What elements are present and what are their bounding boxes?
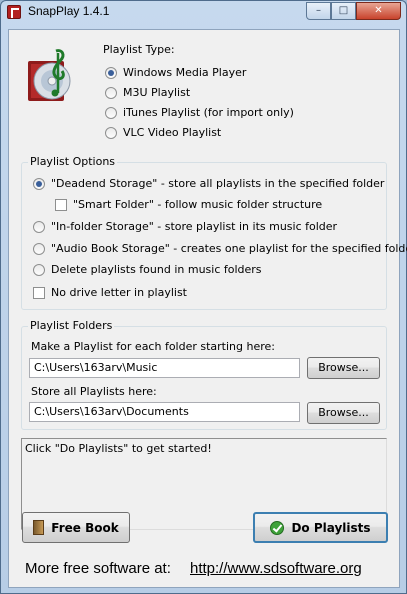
window-title: SnapPlay 1.4.1 [28,4,110,18]
radio-itunes-playlist[interactable]: iTunes Playlist (for import only) [105,106,294,119]
close-button[interactable]: ✕ [356,2,401,20]
maximize-button[interactable]: □ [331,2,356,20]
option-label: Windows Media Player [123,66,247,79]
title-bar[interactable]: SnapPlay 1.4.1 – □ ✕ [1,1,406,23]
make-playlist-label: Make a Playlist for each folder starting… [31,340,275,353]
playlist-options-label: Playlist Options [28,155,118,168]
checkbox-no-drive-letter[interactable]: No drive letter in playlist [33,286,187,299]
browse-music-button[interactable]: Browse... [307,357,380,379]
radio-audiobook-storage[interactable]: "Audio Book Storage" - creates one playl… [33,242,407,255]
radio-button[interactable] [105,126,117,139]
radio-infolder-storage[interactable]: "In-folder Storage" - store playlist in … [33,220,337,233]
book-icon [33,520,45,535]
music-note-cd-icon [28,49,71,101]
music-folder-input[interactable]: C:\Users\163arv\Music [29,358,300,378]
client-area: Playlist Type: Windows Media Player M3U … [8,29,407,588]
radio-m3u-playlist[interactable]: M3U Playlist [105,86,190,99]
snapplay-app-icon [7,5,21,19]
radio-button[interactable] [33,177,45,190]
radio-delete-playlists[interactable]: Delete playlists found in music folders [33,263,262,276]
footer-text: More free software at: [25,560,171,577]
playlist-folders-label: Playlist Folders [28,319,115,332]
radio-button[interactable] [33,220,45,233]
radio-button[interactable] [33,263,45,276]
option-label: M3U Playlist [123,86,191,99]
free-book-button[interactable]: Free Book [22,512,130,543]
do-playlists-button[interactable]: Do Playlists [253,512,388,543]
radio-button[interactable] [105,106,117,119]
radio-button[interactable] [105,66,117,79]
radio-deadend-storage[interactable]: "Deadend Storage" - store all playlists … [33,177,384,190]
radio-windows-media-player[interactable]: Windows Media Player [105,66,246,79]
status-text: Click "Do Playlists" to get started! [25,442,212,455]
option-label: "In-folder Storage" - store playlist in … [51,220,338,233]
free-book-label: Free Book [51,520,119,535]
radio-button[interactable] [105,86,117,99]
website-link[interactable]: http://www.sdsoftware.org [190,560,362,577]
option-label: No drive letter in playlist [51,286,187,299]
app-window: SnapPlay 1.4.1 – □ ✕ Playlist Type: Wind… [0,0,407,594]
option-label: VLC Video Playlist [123,126,222,139]
radio-vlc-video-playlist[interactable]: VLC Video Playlist [105,126,221,139]
playlist-type-label: Playlist Type: [103,43,175,56]
radio-button[interactable] [33,242,45,255]
option-label: Delete playlists found in music folders [51,263,262,276]
checkbox[interactable] [55,198,67,211]
green-check-icon [270,520,285,535]
playlist-store-input[interactable]: C:\Users\163arv\Documents [29,402,300,422]
minimize-button[interactable]: – [306,2,331,20]
store-playlists-label: Store all Playlists here: [31,385,157,398]
option-label: iTunes Playlist (for import only) [123,106,294,119]
do-playlists-label: Do Playlists [291,520,371,535]
checkbox[interactable] [33,286,45,299]
option-label: "Deadend Storage" - store all playlists … [51,177,385,190]
browse-store-button[interactable]: Browse... [307,402,380,424]
option-label: "Smart Folder" - follow music folder str… [73,198,323,211]
checkbox-smart-folder[interactable]: "Smart Folder" - follow music folder str… [55,198,322,211]
option-label: "Audio Book Storage" - creates one playl… [51,242,407,255]
